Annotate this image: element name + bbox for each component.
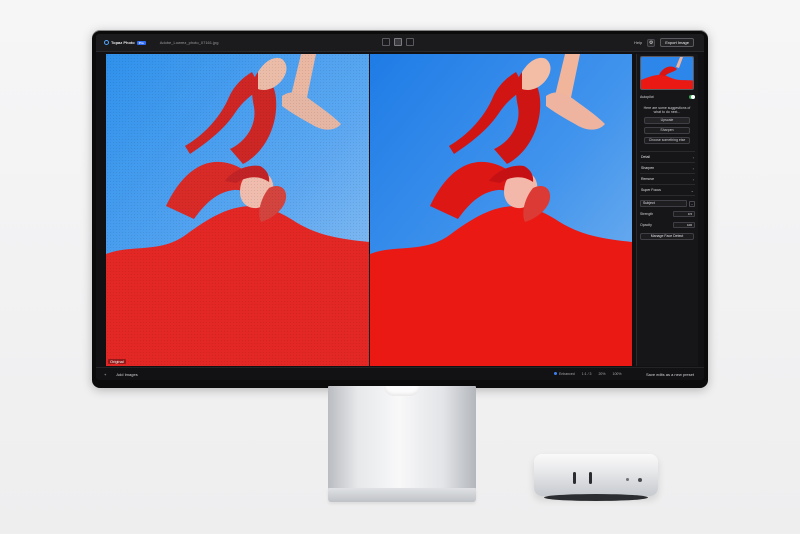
opacity-value-field[interactable]: 100 <box>673 222 695 228</box>
stand-hinge <box>384 386 420 396</box>
app-logo-icon <box>104 40 109 45</box>
scene: Topaz Photo Pro Adobe_Lowrez_photo_07161… <box>0 0 800 534</box>
gear-icon[interactable]: ⚙ <box>647 38 656 47</box>
percent-readout: 20% <box>598 372 606 376</box>
original-label: Original <box>108 359 126 364</box>
chevron-right-icon: › <box>692 154 694 160</box>
audio-jack-icon <box>626 478 629 481</box>
suggestion-panel: Here are some suggestions of what to do … <box>640 104 694 146</box>
bottom-bar: + Add Images Enhanced 1:1 / 3 20% 100% S… <box>96 367 704 380</box>
add-icon[interactable]: + <box>104 372 106 377</box>
thumbnail-image <box>641 57 693 89</box>
add-images-button[interactable]: Add Images <box>116 372 137 377</box>
side-by-side-view-icon[interactable] <box>406 38 414 46</box>
split-view-icon[interactable] <box>394 38 402 46</box>
autopilot-row: Autopilot <box>640 94 695 100</box>
enhanced-status: Enhanced <box>554 372 575 376</box>
strength-value-field[interactable]: 0.5 <box>673 211 695 217</box>
export-image-button[interactable]: Export Image <box>660 38 694 47</box>
power-light-icon <box>638 478 642 482</box>
upscale-button[interactable]: Upscale <box>644 117 690 124</box>
choose-something-else-button[interactable]: Choose something else <box>644 137 690 144</box>
enhanced-dot-icon <box>554 372 557 375</box>
view-status: Enhanced 1:1 / 3 20% 100% <box>554 372 621 376</box>
sharpen-button[interactable]: Sharpen <box>644 127 690 134</box>
opacity-row: Opacity 100 <box>640 221 695 229</box>
section-label: Sharpen <box>641 166 655 170</box>
suggestion-text: Here are some suggestions of what to do … <box>643 106 691 114</box>
monitor-stand <box>328 386 476 502</box>
section-label: Detail <box>641 155 650 159</box>
model-select[interactable]: Subject <box>640 200 687 207</box>
view-mode-switcher <box>382 38 414 46</box>
section-label: Remove <box>641 177 655 181</box>
autopilot-label: Autopilot <box>640 95 654 99</box>
app-title: Topaz Photo Pro <box>104 40 146 45</box>
ratio-readout: 1:1 / 3 <box>581 372 592 376</box>
section-detail[interactable]: Detail › <box>640 152 695 163</box>
autopilot-toggle[interactable] <box>689 95 695 99</box>
usb-port-icon <box>589 472 592 484</box>
help-link[interactable]: Help <box>634 40 642 45</box>
pro-badge: Pro <box>136 40 146 45</box>
manage-face-detect-button[interactable]: Manage Face Detect <box>640 233 694 240</box>
app-name: Topaz Photo <box>111 40 135 45</box>
enhanced-image-panel[interactable] <box>370 54 632 366</box>
opacity-label: Opacity <box>640 223 652 227</box>
single-view-icon[interactable] <box>382 38 390 46</box>
mini-base <box>544 494 648 501</box>
strength-row: Strength 0.5 <box>640 210 695 218</box>
stand-neck <box>328 386 476 490</box>
chevron-down-icon: ⌄ <box>690 187 694 193</box>
enhanced-photo <box>370 54 632 366</box>
section-remove[interactable]: Remove › <box>640 174 695 185</box>
section-label: Super Focus <box>641 188 661 192</box>
enhanced-label: Enhanced <box>558 372 575 376</box>
usb-port-icon <box>573 472 576 484</box>
save-preset-button[interactable]: Save edits as a new preset <box>646 372 694 377</box>
original-photo <box>106 54 369 366</box>
model-row: Subject ⌄ <box>640 200 695 207</box>
stand-base <box>328 488 476 502</box>
zoom-readout[interactable]: 100% <box>613 372 622 376</box>
original-image-panel[interactable]: Original <box>106 54 369 366</box>
top-bar: Topaz Photo Pro Adobe_Lowrez_photo_07161… <box>96 34 704 52</box>
edit-sections: Detail › Sharpen › Remove › Super Focus … <box>640 151 695 196</box>
chevron-right-icon: › <box>692 176 694 182</box>
file-name[interactable]: Adobe_Lowrez_photo_07161.jpg <box>160 40 219 45</box>
section-super-focus[interactable]: Super Focus ⌄ <box>640 185 695 196</box>
top-actions: Help ⚙ Export Image <box>634 38 694 47</box>
edit-sidebar: Autopilot Here are some suggestions of w… <box>636 54 698 366</box>
studio-display: Topaz Photo Pro Adobe_Lowrez_photo_07161… <box>92 30 708 388</box>
app-window: Topaz Photo Pro Adobe_Lowrez_photo_07161… <box>96 34 704 380</box>
chevron-right-icon: › <box>692 165 694 171</box>
preview-thumbnail[interactable] <box>640 56 694 90</box>
mini-computer <box>534 454 658 501</box>
strength-label: Strength <box>640 212 654 216</box>
section-sharpen[interactable]: Sharpen › <box>640 163 695 174</box>
model-settings-icon[interactable]: ⌄ <box>689 200 695 207</box>
